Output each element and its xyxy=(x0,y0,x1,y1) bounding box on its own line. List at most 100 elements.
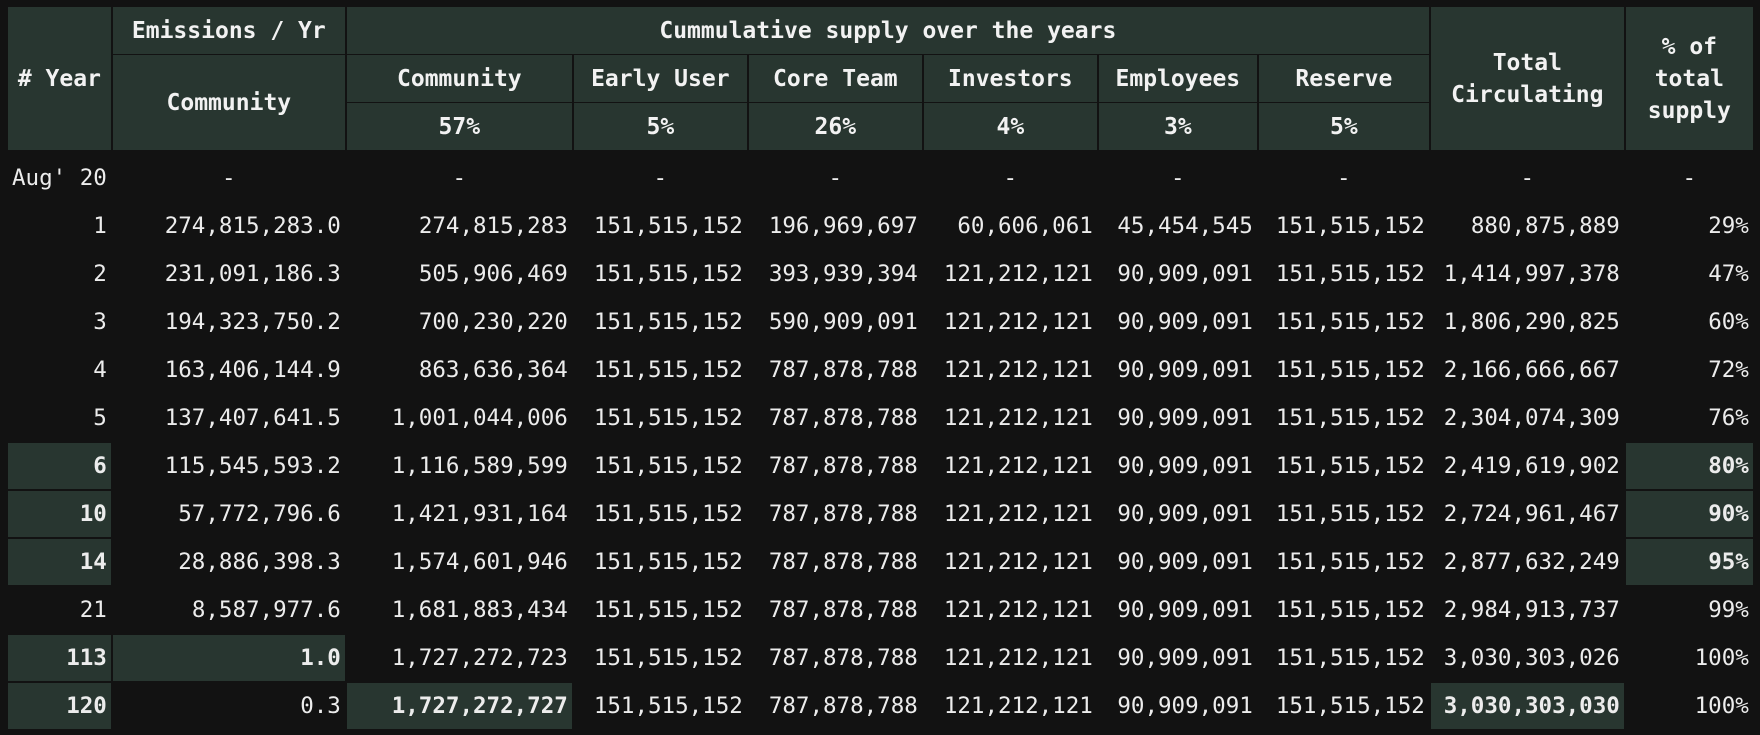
cell-investors: 121,212,121 xyxy=(923,249,1097,297)
cell-reserve: 151,515,152 xyxy=(1258,345,1429,393)
cell-total: 2,304,074,309 xyxy=(1430,393,1624,441)
cell-total: 2,984,913,737 xyxy=(1430,585,1624,633)
group-header-reserve: Reserve xyxy=(1258,55,1429,103)
cell-total: 3,030,303,030 xyxy=(1430,681,1624,729)
emissions-community-header: Community xyxy=(112,55,345,151)
cell-year: 120 xyxy=(8,681,111,729)
table-row: 2 231,091,186.3 505,906,469 151,515,152 393,… xyxy=(8,249,1753,297)
cell-core-team: 787,878,788 xyxy=(748,345,922,393)
cell-emission: 194,323,750.2 xyxy=(112,297,345,345)
cell-investors: 121,212,121 xyxy=(923,345,1097,393)
cell-pct: - xyxy=(1625,151,1753,201)
cell-emission: 1.0 xyxy=(112,633,345,681)
cell-early-user: 151,515,152 xyxy=(573,537,747,585)
cell-year: 1 xyxy=(8,201,111,249)
cell-pct: 29% xyxy=(1625,201,1753,249)
cell-reserve: 151,515,152 xyxy=(1258,297,1429,345)
cell-investors: 121,212,121 xyxy=(923,681,1097,729)
cell-emission: 8,587,977.6 xyxy=(112,585,345,633)
cell-early-user: 151,515,152 xyxy=(573,201,747,249)
cell-early-user: 151,515,152 xyxy=(573,633,747,681)
cell-reserve: 151,515,152 xyxy=(1258,393,1429,441)
total-header-line2: Circulating xyxy=(1451,81,1604,108)
pct-supply-header: % of total supply xyxy=(1625,7,1753,151)
cell-early-user: - xyxy=(573,151,747,201)
cell-community: 1,727,272,727 xyxy=(346,681,572,729)
table-row: 5 137,407,641.5 1,001,044,006 151,515,152 78… xyxy=(8,393,1753,441)
year-header: # Year xyxy=(8,7,111,151)
table-body: Aug' 20- - - - - - - - -1 274,815,283.0 274,815,28… xyxy=(8,151,1753,729)
cell-reserve: 151,515,152 xyxy=(1258,681,1429,729)
cell-total: 3,030,303,026 xyxy=(1430,633,1624,681)
cell-year: 10 xyxy=(8,489,111,537)
cell-employees: 90,909,091 xyxy=(1098,393,1257,441)
cell-community: 1,001,044,006 xyxy=(346,393,572,441)
cell-core-team: 787,878,788 xyxy=(748,681,922,729)
cell-pct: 80% xyxy=(1625,441,1753,489)
total-header-line1: Total xyxy=(1492,49,1562,76)
table-row: 4 163,406,144.9 863,636,364 151,515,152 787,… xyxy=(8,345,1753,393)
table-header: # Year Emissions / Yr Cummulative supply… xyxy=(8,7,1753,151)
pct-header-line3: supply xyxy=(1647,97,1731,124)
group-pct-employees: 3% xyxy=(1098,103,1257,151)
table-row: 120 0.3 1,727,272,727 151,515,152 787,878,78… xyxy=(8,681,1753,729)
cell-reserve: - xyxy=(1258,151,1429,201)
cell-early-user: 151,515,152 xyxy=(573,393,747,441)
table-row: 3 194,323,750.2 700,230,220 151,515,152 590,… xyxy=(8,297,1753,345)
cell-reserve: 151,515,152 xyxy=(1258,249,1429,297)
group-header-investors: Investors xyxy=(923,55,1097,103)
table-row: Aug' 20- - - - - - - - - xyxy=(8,151,1753,201)
cell-investors: 121,212,121 xyxy=(923,297,1097,345)
cell-early-user: 151,515,152 xyxy=(573,585,747,633)
cell-total: 2,724,961,467 xyxy=(1430,489,1624,537)
cell-employees: 90,909,091 xyxy=(1098,681,1257,729)
cell-employees: 90,909,091 xyxy=(1098,537,1257,585)
cell-year: 6 xyxy=(8,441,111,489)
cell-core-team: 787,878,788 xyxy=(748,537,922,585)
group-header-early-user: Early User xyxy=(573,55,747,103)
cell-total: 2,166,666,667 xyxy=(1430,345,1624,393)
cell-total: 880,875,889 xyxy=(1430,201,1624,249)
cell-community: 1,727,272,723 xyxy=(346,633,572,681)
cell-community: 863,636,364 xyxy=(346,345,572,393)
cell-year: 14 xyxy=(8,537,111,585)
cell-community: 1,421,931,164 xyxy=(346,489,572,537)
group-header-community: Community xyxy=(346,55,572,103)
cell-employees: 90,909,091 xyxy=(1098,249,1257,297)
cell-year: 21 xyxy=(8,585,111,633)
table-row: 113 1.0 1,727,272,723 151,515,152 787,878,78… xyxy=(8,633,1753,681)
cell-pct: 90% xyxy=(1625,489,1753,537)
cell-investors: 121,212,121 xyxy=(923,393,1097,441)
cell-pct: 95% xyxy=(1625,537,1753,585)
cell-emission: 115,545,593.2 xyxy=(112,441,345,489)
cell-community: 1,116,589,599 xyxy=(346,441,572,489)
emissions-header: Emissions / Yr xyxy=(112,7,345,55)
table-row: 10 57,772,796.6 1,421,931,164 151,515,152 78… xyxy=(8,489,1753,537)
cell-emission: 28,886,398.3 xyxy=(112,537,345,585)
cell-core-team: 787,878,788 xyxy=(748,585,922,633)
cell-pct: 60% xyxy=(1625,297,1753,345)
cell-early-user: 151,515,152 xyxy=(573,345,747,393)
cell-year: 2 xyxy=(8,249,111,297)
cell-investors: 121,212,121 xyxy=(923,633,1097,681)
cell-employees: 90,909,091 xyxy=(1098,633,1257,681)
cell-core-team: 196,969,697 xyxy=(748,201,922,249)
cell-investors: 121,212,121 xyxy=(923,441,1097,489)
cell-reserve: 151,515,152 xyxy=(1258,585,1429,633)
cell-reserve: 151,515,152 xyxy=(1258,441,1429,489)
cell-early-user: 151,515,152 xyxy=(573,441,747,489)
group-header-core-team: Core Team xyxy=(748,55,922,103)
cell-core-team: 787,878,788 xyxy=(748,489,922,537)
cell-emission: 231,091,186.3 xyxy=(112,249,345,297)
cell-investors: 121,212,121 xyxy=(923,489,1097,537)
cell-pct: 100% xyxy=(1625,681,1753,729)
cell-year: 4 xyxy=(8,345,111,393)
group-pct-core-team: 26% xyxy=(748,103,922,151)
cell-year: 3 xyxy=(8,297,111,345)
cell-reserve: 151,515,152 xyxy=(1258,489,1429,537)
group-header-employees: Employees xyxy=(1098,55,1257,103)
cell-community: - xyxy=(346,151,572,201)
cumulative-header: Cummulative supply over the years xyxy=(346,7,1429,55)
table-row: 21 8,587,977.6 1,681,883,434 151,515,152 787… xyxy=(8,585,1753,633)
cell-reserve: 151,515,152 xyxy=(1258,201,1429,249)
